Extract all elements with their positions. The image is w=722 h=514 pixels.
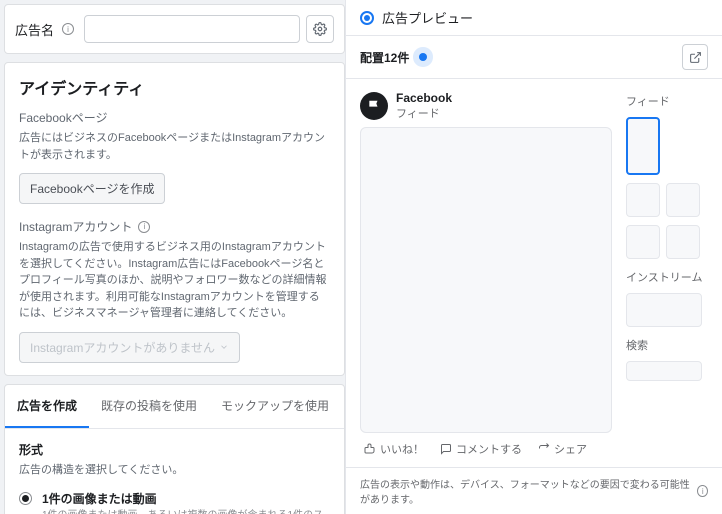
placement-thumb[interactable]	[666, 183, 700, 217]
ig-account-desc: Instagramの広告で使用するビジネス用のInstagramアカウントを選択…	[19, 239, 330, 322]
placement-count: 配置12件	[360, 49, 409, 66]
info-icon[interactable]: i	[138, 221, 150, 233]
ad-name-input[interactable]	[84, 15, 300, 43]
comment-button[interactable]: コメントする	[440, 441, 522, 457]
preview-body: Facebook フィード いいね！ コメントする シェア	[346, 79, 722, 467]
comment-icon	[440, 443, 452, 455]
placement-thumb[interactable]	[626, 183, 660, 217]
side-label-instream: インストリーム	[626, 269, 708, 285]
share-icon	[538, 443, 550, 455]
format-desc: 広告の構造を選択してください。	[19, 462, 330, 479]
right-column: 広告プレビュー 配置12件 Facebook フィード いい	[345, 0, 722, 514]
radio-icon	[19, 492, 32, 505]
no-ig-account-button: Instagramアカウントがありません	[19, 332, 240, 363]
preview-sidebar: フィード インストリーム 検索	[626, 91, 708, 459]
placement-thumb-search[interactable]	[626, 361, 702, 381]
share-button[interactable]: シェア	[538, 441, 587, 457]
fb-name: Facebook	[396, 91, 452, 105]
preview-placeholder	[360, 127, 612, 433]
placement-thumb[interactable]	[666, 225, 700, 259]
tab-create-ad[interactable]: 広告を作成	[5, 385, 89, 428]
avatar	[360, 92, 388, 120]
placement-bar: 配置12件	[346, 36, 722, 79]
tab-existing-post[interactable]: 既存の投稿を使用	[89, 385, 209, 428]
ad-name-card: 広告名 i	[4, 4, 345, 54]
format-option-single[interactable]: 1件の画像または動画 1件の画像または動画、あるいは複数の画像が含まれる1件のス…	[19, 484, 330, 514]
fb-page-label: Facebookページ	[19, 109, 330, 126]
gear-button[interactable]	[306, 15, 334, 43]
ig-account-label: Instagramアカウント i	[19, 218, 330, 235]
identity-card: アイデンティティ Facebookページ 広告にはビジネスのFacebookペー…	[4, 62, 345, 376]
preview-footer: 広告の表示や動作は、デバイス、フォーマットなどの要因で変わる可能性があります。 …	[346, 467, 722, 514]
fb-sub: フィード	[396, 105, 452, 121]
preview-main: Facebook フィード いいね！ コメントする シェア	[360, 91, 612, 459]
placement-thumb-instream[interactable]	[626, 293, 702, 327]
side-label-search: 検索	[626, 337, 708, 353]
flag-icon	[367, 99, 381, 113]
indicator-dot	[419, 53, 427, 61]
info-icon[interactable]: i	[62, 23, 74, 35]
identity-title: アイデンティティ	[19, 75, 330, 99]
preview-actions: いいね！ コメントする シェア	[360, 433, 612, 459]
fb-page-desc: 広告にはビジネスのFacebookページまたはInstagramアカウントが表示…	[19, 130, 330, 163]
tab-mockup[interactable]: モックアップを使用	[209, 385, 341, 428]
fb-post-header: Facebook フィード	[360, 91, 612, 121]
chevron-down-icon	[219, 342, 229, 352]
preview-header: 広告プレビュー	[346, 0, 722, 36]
left-column: 広告名 i アイデンティティ Facebookページ 広告にはビジネスのFace…	[0, 0, 345, 514]
gear-icon	[313, 22, 327, 36]
like-icon	[364, 443, 376, 455]
create-fb-page-button[interactable]: Facebookページを作成	[19, 173, 165, 204]
side-label-feed: フィード	[626, 93, 708, 109]
open-external-button[interactable]	[682, 44, 708, 70]
ad-name-label: 広告名	[15, 20, 54, 39]
info-icon[interactable]: i	[697, 485, 708, 497]
placement-thumb-feed-1[interactable]	[626, 117, 660, 175]
preview-title: 広告プレビュー	[382, 8, 473, 27]
external-link-icon	[689, 51, 702, 64]
like-button[interactable]: いいね！	[364, 441, 424, 457]
creative-tabs: 広告を作成 既存の投稿を使用 モックアップを使用	[5, 385, 344, 429]
radio-checked-icon[interactable]	[360, 11, 374, 25]
format-title: 形式	[19, 441, 330, 458]
placement-thumb[interactable]	[626, 225, 660, 259]
creative-card: 広告を作成 既存の投稿を使用 モックアップを使用 形式 広告の構造を選択してくだ…	[4, 384, 345, 514]
